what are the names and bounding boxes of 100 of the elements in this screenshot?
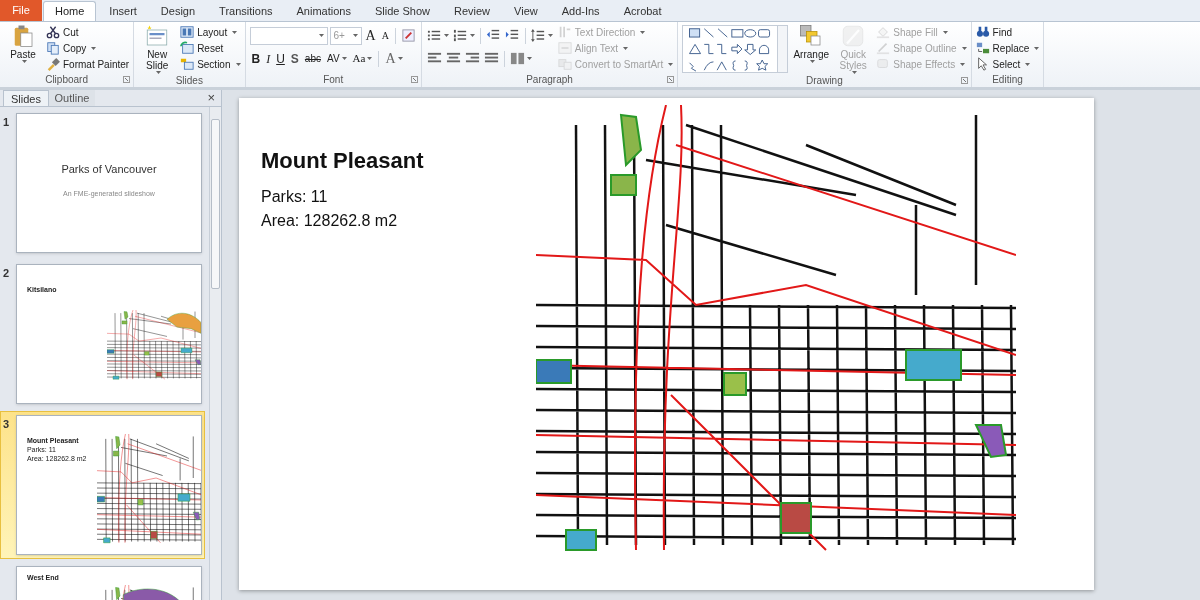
format-button[interactable]: S xyxy=(288,49,301,68)
dialog-launcher-icon[interactable] xyxy=(960,77,968,84)
caret-icon xyxy=(397,57,403,60)
font-name-field[interactable] xyxy=(249,26,328,45)
ribbon-button[interactable]: Cut xyxy=(46,24,79,40)
toolbar-button[interactable] xyxy=(508,51,533,66)
caret-icon xyxy=(352,34,358,37)
copy-icon xyxy=(46,41,60,55)
ribbon-tab[interactable]: Acrobat xyxy=(612,1,673,21)
align-text-icon xyxy=(557,41,572,55)
group-label: Slides xyxy=(175,75,203,86)
format-button[interactable]: U xyxy=(274,49,287,68)
bullets-icon xyxy=(426,28,442,43)
ribbon-tab[interactable]: Transitions xyxy=(208,1,284,21)
pane-tab[interactable]: Outline xyxy=(49,90,95,106)
caret-icon xyxy=(623,46,629,50)
scrollbar[interactable] xyxy=(209,107,221,600)
caret-icon xyxy=(155,71,161,74)
ribbon-tab[interactable]: Home xyxy=(43,1,97,21)
ribbon-tab[interactable]: Add-Ins xyxy=(550,1,611,21)
file-tab[interactable]: File xyxy=(0,0,42,21)
scissors-icon xyxy=(46,25,60,39)
caret-icon xyxy=(851,71,857,74)
shapes-gallery-drawing[interactable] xyxy=(682,25,779,73)
caret-icon xyxy=(809,60,815,63)
format-button[interactable]: Aa xyxy=(350,50,375,67)
clear-formatting-icon xyxy=(400,28,416,43)
ribbon-tab[interactable]: Review xyxy=(442,1,502,21)
group-label: Font xyxy=(323,75,344,85)
group-label: Drawing xyxy=(806,75,843,86)
caret-icon xyxy=(341,57,347,60)
caret-icon xyxy=(469,34,475,37)
new-slide-icon xyxy=(145,24,170,48)
ribbon-button[interactable]: Find xyxy=(975,24,1013,40)
slide-title: Parks of Vancouver xyxy=(61,161,157,177)
ribbon-tab[interactable]: Slide Show xyxy=(363,1,441,21)
slide-number: 2 xyxy=(3,267,10,279)
ribbon-button[interactable]: Format Painter xyxy=(46,56,130,72)
toolbar-button[interactable] xyxy=(451,28,476,43)
caret-icon xyxy=(21,60,27,63)
ribbon-button[interactable]: Layout xyxy=(180,24,238,40)
slide-text: Parks: 11 xyxy=(261,187,329,207)
ribbon-button[interactable]: Copy xyxy=(46,40,97,56)
caret-icon xyxy=(668,62,674,66)
ribbon-button[interactable]: Select xyxy=(975,56,1031,72)
format-button[interactable]: A xyxy=(363,25,378,46)
caret-icon xyxy=(443,34,449,37)
format-button[interactable]: AV xyxy=(325,51,349,66)
ribbon-button[interactable]: New Slide xyxy=(138,24,177,74)
text-direction-icon xyxy=(557,25,572,39)
toolbar-button[interactable] xyxy=(399,28,417,43)
caret-icon xyxy=(526,57,532,60)
ribbon-button[interactable]: Replace xyxy=(975,40,1040,56)
style-icon xyxy=(841,24,866,48)
ribbon-button[interactable]: Arrange xyxy=(792,24,831,63)
format-button[interactable]: A xyxy=(383,48,405,69)
smartart-icon xyxy=(557,57,572,71)
format-button[interactable]: B xyxy=(249,49,263,68)
caret-icon xyxy=(235,62,241,66)
ribbon-button[interactable]: Reset xyxy=(180,40,224,56)
format-button[interactable]: A xyxy=(379,28,391,43)
toolbar-button[interactable] xyxy=(529,28,554,43)
format-button[interactable]: I xyxy=(264,49,273,68)
ribbon-button[interactable]: Paste xyxy=(4,24,42,63)
caret-icon xyxy=(547,34,553,37)
caret-icon xyxy=(91,46,97,50)
caret-icon xyxy=(640,30,646,34)
ribbon-tab[interactable]: Design xyxy=(149,1,207,21)
pen-icon xyxy=(876,41,891,55)
binoculars-icon xyxy=(975,25,990,39)
caret-icon xyxy=(942,30,948,34)
ribbon-tab[interactable]: Insert xyxy=(98,1,148,21)
caret-icon xyxy=(1025,62,1031,66)
numbering-icon xyxy=(452,28,468,43)
pane-tab[interactable]: Slides xyxy=(3,90,49,106)
close-button[interactable]: × xyxy=(207,91,215,104)
format-button[interactable]: abc xyxy=(302,51,323,66)
reset-icon xyxy=(180,41,195,55)
shape-effects-icon xyxy=(876,57,891,71)
dialog-launcher-icon[interactable] xyxy=(410,76,418,83)
ribbon-tab[interactable]: View xyxy=(503,1,549,21)
group-label: Editing xyxy=(992,75,1023,85)
dialog-launcher-icon[interactable] xyxy=(667,76,675,83)
layout-icon xyxy=(180,25,195,39)
section-icon xyxy=(180,57,195,71)
caret-icon xyxy=(318,34,324,37)
ribbon-tab[interactable]: Animations xyxy=(285,1,362,21)
slide-text: Area: 128262.8 m2 xyxy=(261,211,399,231)
toolbar-button[interactable] xyxy=(425,28,450,43)
replace-icon xyxy=(975,41,990,55)
columns-icon xyxy=(509,51,525,66)
cursor-icon xyxy=(975,57,990,71)
ribbon-button[interactable]: Section xyxy=(180,56,241,72)
slide-title: Mount Pleasant xyxy=(261,147,425,175)
slide-number: 1 xyxy=(3,116,10,128)
dialog-launcher-icon[interactable] xyxy=(123,76,131,83)
paint-bucket-icon xyxy=(876,25,891,39)
caret-icon xyxy=(1034,46,1040,50)
caret-icon xyxy=(367,57,373,60)
caret-icon xyxy=(232,30,238,34)
